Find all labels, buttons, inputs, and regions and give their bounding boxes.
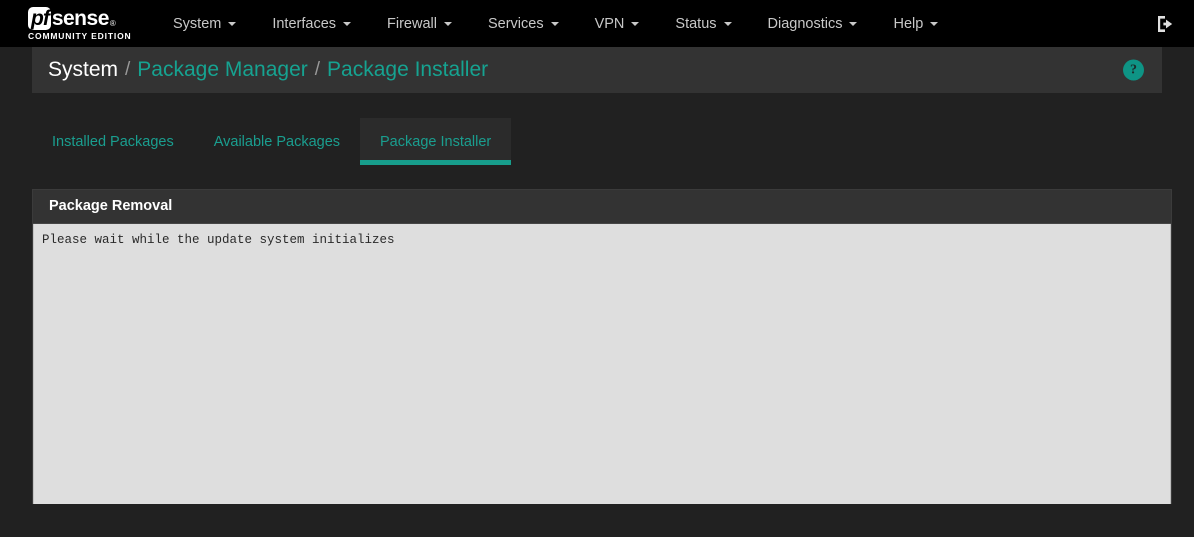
nav-item-label: Diagnostics (767, 15, 843, 32)
chevron-down-icon (228, 21, 237, 26)
breadcrumb-separator: / (125, 59, 131, 80)
brand-pf-mark: pf (28, 6, 51, 30)
chevron-down-icon (631, 21, 640, 26)
nav-item-help[interactable]: Help (875, 0, 956, 47)
nav-item-label: Interfaces (272, 15, 337, 32)
chevron-down-icon (343, 21, 352, 26)
tab-label: Available Packages (213, 134, 341, 150)
breadcrumb-package-manager[interactable]: Package Manager (137, 58, 307, 82)
breadcrumb: System / Package Manager / Package Insta… (32, 47, 1162, 93)
chevron-down-icon (849, 21, 858, 26)
nav-item-label: Help (893, 15, 924, 32)
nav-item-label: Status (675, 15, 717, 32)
chevron-down-icon (930, 21, 939, 26)
registered-mark-icon: ® (109, 19, 116, 28)
help-icon[interactable]: ? (1123, 59, 1144, 81)
brand-wordmark: pf sense ® (28, 6, 133, 30)
tab-available-packages[interactable]: Available Packages (194, 118, 360, 165)
tab-installed-packages[interactable]: Installed Packages (32, 118, 194, 165)
top-navbar: pf sense ® COMMUNITY EDITION System Inte… (0, 0, 1194, 47)
console-output-text: Please wait while the update system init… (42, 233, 395, 247)
breadcrumb-package-installer[interactable]: Package Installer (327, 58, 488, 82)
panel-title: Package Removal (33, 190, 1171, 224)
tab-label: Installed Packages (52, 134, 174, 150)
nav-item-system[interactable]: System (155, 0, 254, 47)
pfsense-logo[interactable]: pf sense ® COMMUNITY EDITION (28, 4, 133, 44)
nav-item-status[interactable]: Status (657, 0, 749, 47)
chevron-down-icon (443, 21, 452, 26)
chevron-down-icon (723, 21, 732, 26)
breadcrumb-separator: / (314, 59, 321, 80)
nav-item-firewall[interactable]: Firewall (369, 0, 470, 47)
nav-item-label: Firewall (387, 15, 437, 32)
main-menu: System Interfaces Firewall Services VPN … (155, 0, 956, 47)
brand-sense-text: sense (51, 6, 110, 30)
console-output-area: Please wait while the update system init… (33, 224, 1171, 504)
chevron-down-icon (550, 21, 559, 26)
breadcrumb-container: System / Package Manager / Package Insta… (0, 47, 1194, 93)
logout-icon[interactable] (1154, 13, 1176, 35)
tab-package-installer[interactable]: Package Installer (360, 118, 512, 165)
brand-subtitle: COMMUNITY EDITION (28, 31, 132, 41)
nav-item-label: Services (487, 15, 544, 32)
nav-item-interfaces[interactable]: Interfaces (254, 0, 369, 47)
nav-item-diagnostics[interactable]: Diagnostics (750, 0, 876, 47)
nav-item-label: System (173, 15, 222, 32)
tab-label: Package Installer (380, 134, 492, 150)
breadcrumb-root: System (48, 58, 119, 81)
tab-bar: Installed Packages Available Packages Pa… (0, 113, 1194, 165)
nav-item-label: VPN (594, 15, 625, 32)
nav-item-services[interactable]: Services (470, 0, 577, 47)
package-removal-panel: Package Removal Please wait while the up… (32, 189, 1172, 504)
nav-item-vpn[interactable]: VPN (577, 0, 658, 47)
